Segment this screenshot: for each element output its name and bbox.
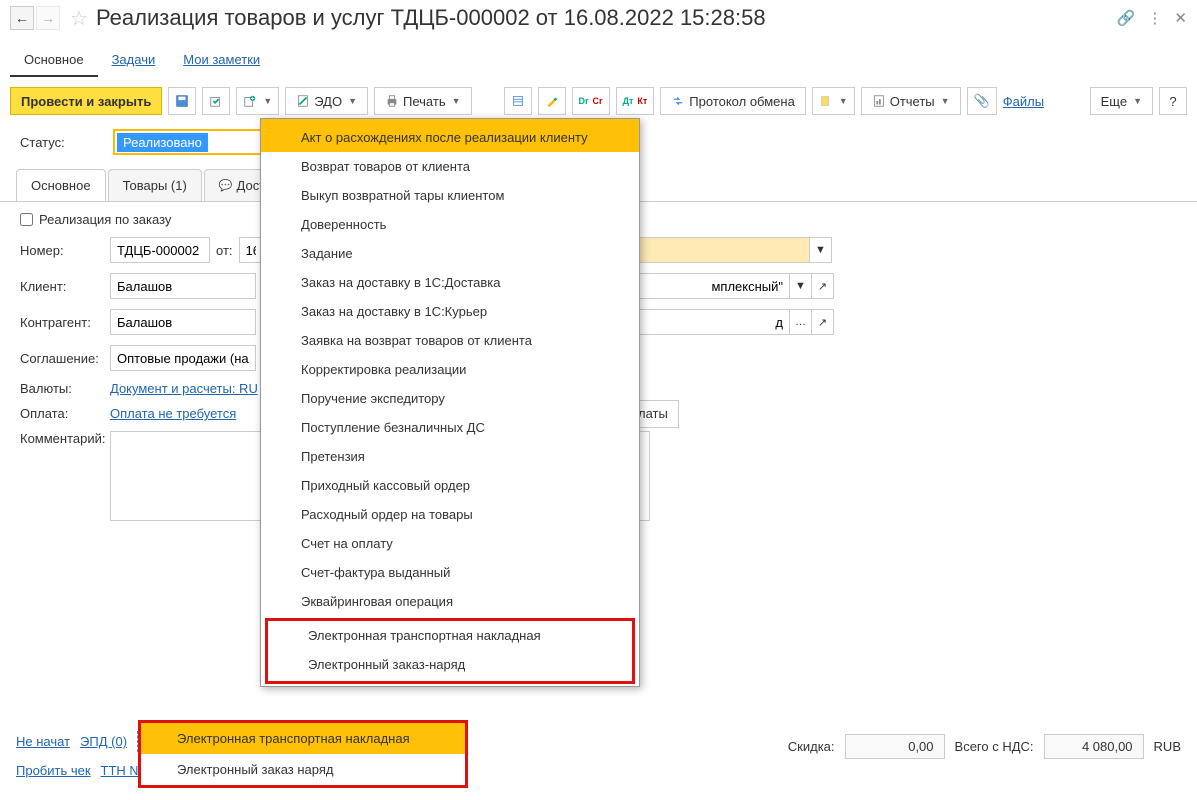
menu-item-10[interactable]: Поступление безналичных ДС [261,413,639,442]
epd-popup: Электронная транспортная накладная Элект… [138,720,468,788]
tab-main[interactable]: Основное [10,44,98,77]
currency-label: RUB [1154,739,1181,754]
edo-button[interactable]: ЭДО▼ [285,87,368,115]
page-title: Реализация товаров и услуг ТДЦБ-000002 о… [96,5,1105,31]
discount-label: Скидка: [788,739,835,754]
epd-link[interactable]: ЭПД (0) [80,734,127,749]
subtab-goods[interactable]: Товары (1) [108,169,202,201]
menu-item-12[interactable]: Приходный кассовый ордер [261,471,639,500]
org-dd-button[interactable]: ▼ [810,237,832,263]
menu-item-13[interactable]: Расходный ордер на товары [261,500,639,529]
not-started-link[interactable]: Не начат [16,734,70,749]
contr-label: Контрагент: [20,315,110,330]
pay-link[interactable]: Оплата не требуется [110,406,236,421]
highlight-button[interactable] [538,87,566,115]
menu-item-7[interactable]: Заявка на возврат товаров от клиента [261,326,639,355]
agree-field[interactable] [110,345,256,371]
reports-button[interactable]: Отчеты▼ [861,87,961,115]
link-icon[interactable]: 🔗 [1117,9,1136,27]
total-label: Всего с НДС: [955,739,1034,754]
favorite-icon[interactable]: ☆ [70,6,88,31]
comment-label: Комментарий: [20,431,110,446]
by-order-label: Реализация по заказу [39,212,171,227]
check-link[interactable]: Пробить чек [16,763,91,778]
drcr-button[interactable]: DrCr [572,87,610,115]
menu-item-0[interactable]: Акт о расхождениях после реализации клие… [261,123,639,152]
num-label: Номер: [20,243,110,258]
status-label: Статус: [20,135,105,150]
more-button[interactable]: Еще▼ [1090,87,1153,115]
date-field[interactable] [239,237,263,263]
menu-item-16[interactable]: Эквайринговая операция [261,587,639,616]
contr-field[interactable] [110,309,256,335]
menu-item-ezn[interactable]: Электронный заказ-наряд [268,650,632,679]
dtkt-button[interactable]: ДтКт [616,87,655,115]
discount-value: 0,00 [845,734,945,759]
popup-item-ezn[interactable]: Электронный заказ наряд [141,754,465,785]
close-icon[interactable]: ✕ [1174,9,1187,27]
cur-link[interactable]: Документ и расчеты: RU [110,381,258,396]
print-button[interactable]: Печать▼ [374,87,472,115]
nav-back-button[interactable]: ← [10,6,34,30]
help-button[interactable]: ? [1159,87,1187,115]
tab-tasks[interactable]: Задачи [98,44,170,77]
subtab-main[interactable]: Основное [16,169,106,201]
num-field[interactable] [110,237,210,263]
tab-notes[interactable]: Мои заметки [169,44,274,77]
menu-item-5[interactable]: Заказ на доставку в 1С:Доставка [261,268,639,297]
by-order-checkbox[interactable] [20,213,33,226]
menu-item-8[interactable]: Корректировка реализации [261,355,639,384]
menu-item-3[interactable]: Доверенность [261,210,639,239]
menu-item-9[interactable]: Поручение экспедитору [261,384,639,413]
dept-more-button[interactable]: … [790,309,812,335]
total-value: 4 080,00 [1044,734,1144,759]
post-button[interactable] [202,87,230,115]
highlighted-menu-group: Электронная транспортная накладная Элект… [265,618,635,684]
popup-item-etn[interactable]: Электронная транспортная накладная [141,723,465,754]
client-field[interactable] [110,273,256,299]
ttn-link[interactable]: ТТН № [101,763,144,778]
menu-item-6[interactable]: Заказ на доставку в 1С:Курьер [261,297,639,326]
create-based-menu: Акт о расхождениях после реализации клие… [260,118,640,687]
menu-item-15[interactable]: Счет-фактура выданный [261,558,639,587]
status-value: Реализовано [117,133,208,152]
save-button[interactable] [168,87,196,115]
wh-dd-button[interactable]: ▼ [790,273,812,299]
wh-open-button[interactable]: ↗ [812,273,834,299]
menu-icon[interactable]: ⋮ [1147,9,1162,27]
post-close-button[interactable]: Провести и закрыть [10,87,162,115]
from-label: от: [216,243,233,258]
dept-open-button[interactable]: ↗ [812,309,834,335]
pay-label: Оплата: [20,406,110,421]
protocol-button[interactable]: Протокол обмена [660,87,806,115]
menu-item-4[interactable]: Задание [261,239,639,268]
files-link[interactable]: Файлы [1003,94,1044,109]
attach-button[interactable]: 📎 [967,87,997,115]
misc-button[interactable]: ▼ [812,87,855,115]
cur-label: Валюты: [20,381,110,396]
menu-item-11[interactable]: Претензия [261,442,639,471]
create-based-button[interactable]: ▼ [236,87,279,115]
menu-item-2[interactable]: Выкуп возвратной тары клиентом [261,181,639,210]
agree-label: Соглашение: [20,351,110,366]
client-label: Клиент: [20,279,110,294]
tbl-icon-button[interactable] [504,87,532,115]
nav-fwd-button[interactable]: → [36,6,60,30]
menu-item-14[interactable]: Счет на оплату [261,529,639,558]
menu-item-1[interactable]: Возврат товаров от клиента [261,152,639,181]
menu-item-etn[interactable]: Электронная транспортная накладная [268,621,632,650]
